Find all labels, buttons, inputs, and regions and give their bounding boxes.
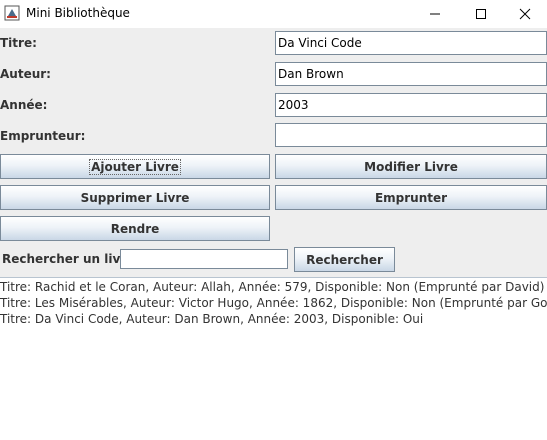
supprimer-livre-label: Supprimer Livre (80, 190, 190, 205)
close-icon (519, 8, 531, 20)
emprunter-label: Emprunter (374, 190, 448, 205)
annee-input[interactable] (275, 93, 547, 117)
auteur-input[interactable] (275, 62, 547, 86)
rechercher-button[interactable]: Rechercher (294, 247, 395, 272)
annee-label: Année: (0, 98, 48, 112)
modifier-livre-label: Modifier Livre (364, 159, 458, 174)
book-list-item: Titre: Da Vinci Code, Auteur: Dan Brown,… (0, 312, 424, 326)
rendre-button[interactable]: Rendre (0, 216, 270, 241)
titre-label: Titre: (0, 36, 37, 50)
maximize-button[interactable] (458, 0, 504, 28)
close-button[interactable] (502, 0, 547, 28)
maximize-icon (476, 9, 486, 19)
emprunteur-label: Emprunteur: (0, 129, 86, 143)
search-input[interactable] (120, 249, 288, 269)
java-app-icon (4, 5, 20, 21)
rendre-label: Rendre (110, 221, 160, 236)
ajouter-livre-button[interactable]: Ajouter Livre (0, 154, 270, 179)
book-list-item: Titre: Rachid et le Coran, Auteur: Allah… (0, 280, 545, 294)
supprimer-livre-button[interactable]: Supprimer Livre (0, 185, 270, 210)
minimize-icon (430, 13, 440, 15)
book-list-item: Titre: Les Misérables, Auteur: Victor Hu… (0, 296, 547, 310)
search-label: Rechercher un livre: (2, 252, 140, 266)
auteur-label: Auteur: (0, 67, 51, 81)
book-list-area[interactable]: Titre: Rachid et le Coran, Auteur: Allah… (0, 277, 547, 440)
minimize-button[interactable] (412, 0, 458, 28)
titre-input[interactable] (275, 31, 547, 55)
window-title: Mini Bibliothèque (26, 6, 130, 20)
main-window: Mini Bibliothèque Titre: Auteur: Année: … (0, 0, 547, 440)
rechercher-label: Rechercher (306, 252, 383, 267)
emprunter-button[interactable]: Emprunter (275, 185, 547, 210)
ajouter-livre-label: Ajouter Livre (89, 158, 181, 175)
emprunteur-input[interactable] (275, 123, 547, 147)
title-bar: Mini Bibliothèque (0, 0, 547, 28)
modifier-livre-button[interactable]: Modifier Livre (275, 154, 547, 179)
